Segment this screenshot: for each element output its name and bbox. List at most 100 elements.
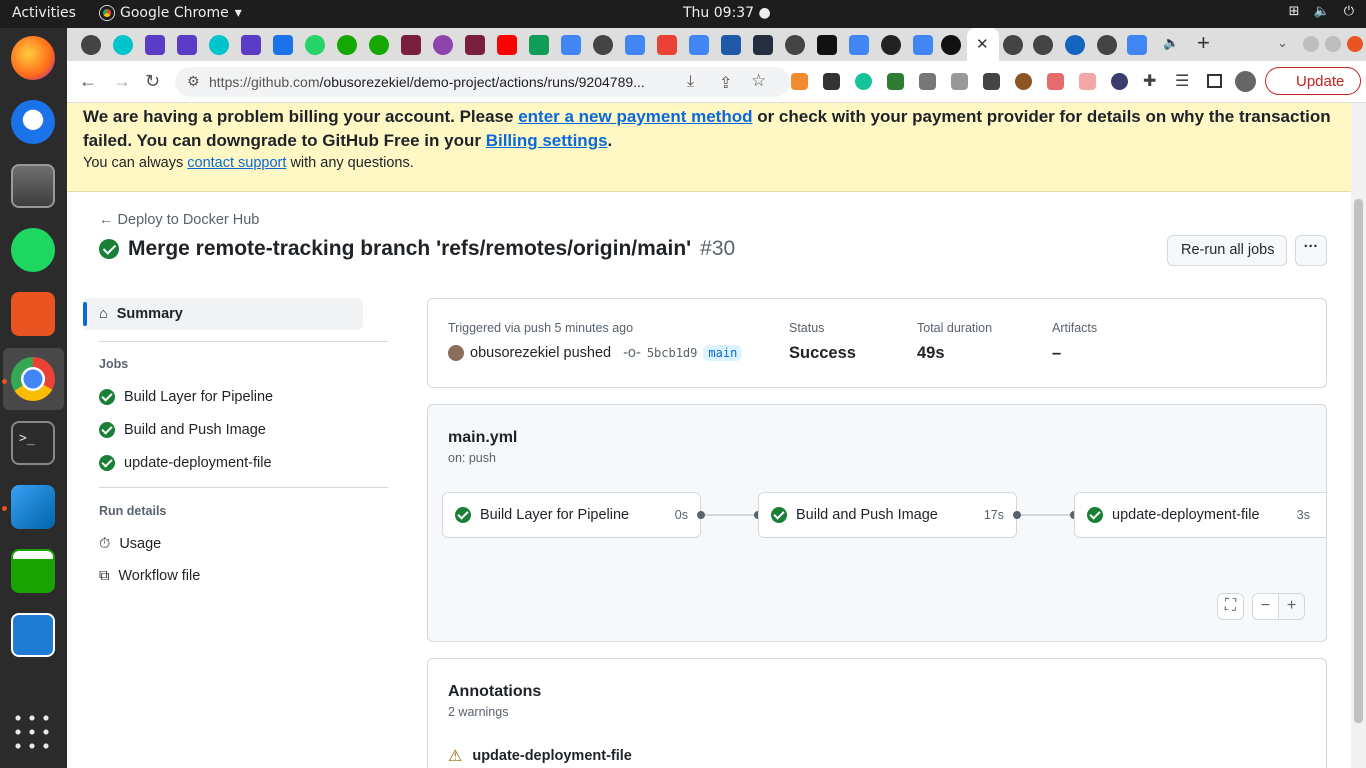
branch-badge[interactable]: main xyxy=(703,345,743,361)
zoom-out-button[interactable]: − xyxy=(1252,593,1279,620)
tab-amazon-icon[interactable] xyxy=(753,35,773,55)
terminal-icon[interactable]: >_ xyxy=(11,421,55,465)
commit-sha-link[interactable]: 5bcb1d9 xyxy=(647,346,698,360)
tab-badge-icon[interactable] xyxy=(433,35,453,55)
close-icon[interactable]: ✕ xyxy=(976,35,989,53)
workflow-file-name[interactable]: main.yml xyxy=(448,429,517,447)
annotation-item[interactable]: ⚠ update-deployment-file xyxy=(448,746,632,766)
payment-method-link[interactable]: enter a new payment method xyxy=(518,107,752,126)
tab-github-icon[interactable] xyxy=(593,35,613,55)
tab-docs-icon[interactable] xyxy=(689,35,709,55)
page-scrollbar[interactable] xyxy=(1351,103,1366,768)
grammarly-icon[interactable] xyxy=(855,73,872,90)
contact-support-link[interactable]: contact support xyxy=(187,155,286,171)
minimize-icon[interactable] xyxy=(1303,36,1319,52)
back-icon[interactable]: ← xyxy=(79,71,97,92)
billing-settings-link[interactable]: Billing settings xyxy=(486,131,608,150)
window-close-icon[interactable] xyxy=(1347,36,1363,52)
sidebar-item-summary[interactable]: ⌂ Summary xyxy=(83,298,363,330)
share-icon[interactable]: ⇪ xyxy=(719,73,732,93)
tab-translate-icon[interactable] xyxy=(1127,35,1147,55)
tab-canva-icon[interactable] xyxy=(113,35,133,55)
extension-icon[interactable] xyxy=(823,73,840,90)
tab-upwork-icon[interactable] xyxy=(337,35,357,55)
bookmark-star-icon[interactable]: ☆ xyxy=(751,71,766,91)
sidebar-job-item[interactable]: update-deployment-file xyxy=(83,447,272,479)
back-to-workflow-link[interactable]: ← Deploy to Docker Hub xyxy=(99,212,259,228)
scrollbar-thumb[interactable] xyxy=(1354,199,1363,723)
forward-icon[interactable]: → xyxy=(113,71,131,92)
fullscreen-button[interactable]: ⛶ xyxy=(1217,593,1244,620)
tab-app-icon[interactable] xyxy=(401,35,421,55)
sidebar-job-item[interactable]: Build Layer for Pipeline xyxy=(83,381,273,413)
tab-app-icon[interactable] xyxy=(465,35,485,55)
tab-github-icon[interactable] xyxy=(81,35,101,55)
job-node[interactable]: update-deployment-file 3s xyxy=(1074,492,1326,538)
tab-app-icon[interactable] xyxy=(817,35,837,55)
chrome-dock-icon[interactable] xyxy=(11,357,55,401)
install-icon[interactable]: ⤓ xyxy=(687,73,694,91)
sidebar-job-item[interactable]: Build and Push Image xyxy=(83,414,266,446)
clock[interactable]: Thu 09:37 ● xyxy=(683,5,771,21)
side-panel-icon[interactable] xyxy=(1207,74,1222,88)
rerun-all-jobs-button[interactable]: Re-run all jobs xyxy=(1167,235,1287,266)
firefox-icon[interactable] xyxy=(11,36,55,80)
flag-icon[interactable] xyxy=(1111,73,1128,90)
reload-icon[interactable]: ↻ xyxy=(145,71,160,92)
cookie-icon[interactable] xyxy=(1015,73,1032,90)
tab-app-icon[interactable] xyxy=(721,35,741,55)
tab-app-icon[interactable] xyxy=(1065,35,1085,55)
spotify-icon[interactable] xyxy=(11,228,55,272)
activities-button[interactable]: Activities xyxy=(12,5,76,21)
update-button[interactable]: Update xyxy=(1265,67,1361,95)
tab-github-icon[interactable] xyxy=(1003,35,1023,55)
job-node[interactable]: Build Layer for Pipeline 0s xyxy=(442,492,701,538)
extension-icon[interactable] xyxy=(983,73,1000,90)
system-monitor-icon[interactable] xyxy=(11,613,55,657)
thunderbird-icon[interactable] xyxy=(11,100,55,144)
tab-app-icon[interactable] xyxy=(941,35,961,55)
app-center-icon[interactable] xyxy=(11,292,55,336)
tab-youtube-icon[interactable] xyxy=(497,35,517,55)
tab-github-icon[interactable] xyxy=(1097,35,1117,55)
tab-openai-icon[interactable] xyxy=(881,35,901,55)
reading-list-icon[interactable]: ☰ xyxy=(1175,71,1189,91)
app-menu[interactable]: Google Chrome ▾ xyxy=(100,5,242,21)
tab-video-icon[interactable] xyxy=(177,35,197,55)
tab-docs-icon[interactable] xyxy=(913,35,933,55)
tab-upwork-icon[interactable] xyxy=(369,35,389,55)
mute-icon[interactable]: 🔈 xyxy=(1163,35,1179,51)
maximize-icon[interactable] xyxy=(1325,36,1341,52)
tab-docs-icon[interactable] xyxy=(625,35,645,55)
tab-docs-icon[interactable] xyxy=(849,35,869,55)
site-info-icon[interactable]: ⚙ xyxy=(187,73,200,90)
tab-github-icon[interactable] xyxy=(785,35,805,55)
tab-whatsapp-icon[interactable] xyxy=(305,35,325,55)
calc-icon[interactable] xyxy=(11,549,55,593)
profile-avatar[interactable] xyxy=(1235,71,1256,92)
files-icon[interactable] xyxy=(11,164,55,208)
tab-video-icon[interactable] xyxy=(145,35,165,55)
job-node[interactable]: Build and Push Image 17s xyxy=(758,492,1017,538)
tab-canva-icon[interactable] xyxy=(209,35,229,55)
active-tab[interactable]: ✕ xyxy=(967,28,999,61)
tab-plus-icon[interactable] xyxy=(529,35,549,55)
show-apps-icon[interactable] xyxy=(11,711,51,751)
extension-icon[interactable] xyxy=(919,73,936,90)
sidebar-item-usage[interactable]: ⏱ Usage xyxy=(83,528,161,560)
extension-icon[interactable] xyxy=(1047,73,1064,90)
tab-docs-icon[interactable] xyxy=(561,35,581,55)
more-options-button[interactable]: ··· xyxy=(1295,235,1327,266)
extension-icon[interactable] xyxy=(791,73,808,90)
address-bar[interactable]: ⚙ https://github.com/obusorezekiel/demo-… xyxy=(175,67,790,97)
tab-video-icon[interactable] xyxy=(241,35,261,55)
extension-icon[interactable] xyxy=(1079,73,1096,90)
tab-heart-icon[interactable] xyxy=(273,35,293,55)
avatar[interactable] xyxy=(448,345,464,361)
new-tab-icon[interactable]: + xyxy=(1197,30,1210,56)
system-tray[interactable]: ⊞ 🔈 ⏻ xyxy=(1289,4,1354,19)
zoom-in-button[interactable]: + xyxy=(1278,593,1305,620)
extension-icon[interactable] xyxy=(951,73,968,90)
extensions-puzzle-icon[interactable]: ✚ xyxy=(1143,71,1156,91)
sidebar-item-workflow-file[interactable]: ⧉ Workflow file xyxy=(83,560,200,592)
